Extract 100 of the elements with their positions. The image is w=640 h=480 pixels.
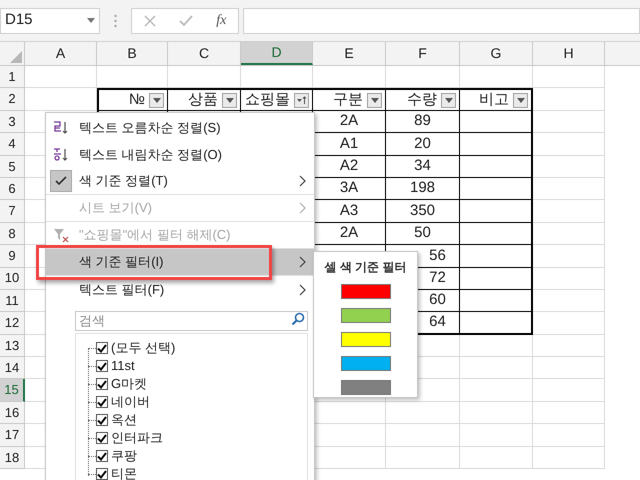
value-label: 인터파크 — [111, 429, 163, 448]
grid-cell — [533, 66, 605, 88]
grid-cell — [533, 88, 605, 111]
checkbox[interactable] — [96, 450, 108, 462]
grid-cell — [533, 334, 605, 358]
table-cell: 50 — [386, 222, 460, 246]
row-header[interactable]: 17 — [0, 424, 25, 447]
menu-item[interactable]: 텍스트 오름차순 정렬(S) — [46, 114, 314, 141]
grid-cell — [533, 290, 605, 312]
row-header[interactable]: 13 — [0, 334, 25, 358]
grid-cell — [533, 110, 605, 134]
caret-icon — [226, 98, 234, 103]
grid-cell — [241, 66, 313, 88]
grid-cell — [533, 402, 605, 424]
table-cell: 198 — [386, 178, 460, 200]
color-swatch[interactable] — [340, 308, 390, 323]
column-header[interactable]: F — [386, 42, 460, 65]
row-header[interactable]: 9 — [0, 245, 25, 268]
filter-dropdown-button[interactable] — [441, 92, 456, 108]
row-header[interactable]: 3 — [0, 110, 25, 134]
row-header[interactable]: 18 — [0, 446, 25, 470]
column-title: 수량 — [407, 90, 437, 110]
grid-cell — [533, 268, 605, 290]
dropdown-icon — [87, 18, 95, 23]
menu-item[interactable]: 색 기준 필터(I) — [46, 249, 314, 276]
column-title: 상품 — [188, 90, 218, 110]
checkbox[interactable] — [96, 342, 108, 354]
column-header[interactable]: A — [25, 42, 97, 65]
row-header[interactable]: 15 — [0, 379, 25, 402]
checkbox[interactable] — [96, 396, 108, 408]
value-label: 11st — [111, 357, 135, 376]
color-swatch[interactable] — [340, 356, 390, 371]
clear-filter-icon — [53, 227, 69, 243]
search-icon — [291, 312, 305, 326]
checkbox[interactable] — [96, 360, 108, 372]
filter-applied-button[interactable] — [294, 92, 309, 108]
color-swatch[interactable] — [340, 332, 390, 347]
grid-cell — [533, 133, 605, 156]
row-header[interactable]: 16 — [0, 402, 25, 424]
grid-cell — [533, 200, 605, 223]
insert-function-button[interactable]: fx — [216, 10, 226, 31]
row-header[interactable]: 14 — [0, 357, 25, 380]
filter-dropdown-button[interactable] — [149, 92, 164, 108]
value-label: 쿠팡 — [111, 447, 137, 466]
color-swatch[interactable] — [340, 284, 390, 299]
checkbox[interactable] — [96, 378, 108, 390]
grid-cell — [533, 178, 605, 200]
grid-cell — [25, 66, 97, 88]
menu-item[interactable]: 색 기준 정렬(T) — [46, 168, 314, 195]
row-header[interactable]: 12 — [0, 312, 25, 335]
column-title: 쇼핑몰 — [245, 90, 290, 110]
column-header[interactable]: H — [533, 42, 605, 65]
formula-input[interactable] — [243, 8, 640, 34]
filter-dropdown-button[interactable] — [513, 92, 528, 108]
grid-cell — [533, 424, 605, 447]
row-header[interactable]: 11 — [0, 290, 25, 312]
sort-ascending-icon — [52, 118, 70, 136]
value-label: 티몬 — [111, 465, 137, 480]
column-header[interactable]: D — [241, 42, 313, 65]
column-header[interactable]: B — [97, 42, 168, 65]
column-title: № — [128, 90, 145, 110]
caret-icon — [444, 98, 452, 103]
grid-cell — [533, 379, 605, 402]
menu-item[interactable]: 텍스트 필터(F) — [46, 276, 314, 303]
caret-icon — [152, 98, 160, 103]
grid-cell — [97, 66, 168, 88]
checkbox[interactable] — [96, 468, 108, 480]
column-title: 구분 — [333, 90, 363, 110]
color-swatch[interactable] — [340, 380, 390, 395]
search-field[interactable]: 검색 — [75, 310, 308, 330]
sort-descending-icon — [52, 146, 70, 164]
column-title: 비고 — [479, 90, 509, 110]
row-header[interactable]: 10 — [0, 268, 25, 290]
filter-dropdown-button[interactable] — [367, 92, 382, 108]
row-header[interactable]: 8 — [0, 222, 25, 246]
row-header[interactable]: 1 — [0, 66, 25, 88]
grip-icon — [114, 14, 117, 28]
grid-cell — [533, 446, 605, 470]
grid-cell — [533, 245, 605, 268]
checkbox[interactable] — [96, 414, 108, 426]
value-label: 네이버 — [111, 393, 150, 412]
row-header[interactable]: 5 — [0, 156, 25, 178]
column-header[interactable]: E — [313, 42, 386, 65]
row-header[interactable]: 2 — [0, 88, 25, 111]
column-header[interactable]: G — [460, 42, 533, 65]
sort-filter-icon — [296, 94, 307, 106]
grid-cell — [533, 156, 605, 178]
grid-cell — [533, 222, 605, 246]
caret-icon — [516, 98, 524, 103]
name-box[interactable]: D15 — [0, 8, 100, 34]
row-header[interactable]: 4 — [0, 133, 25, 156]
grid-cell — [533, 357, 605, 380]
table-cell: 350 — [386, 200, 460, 223]
checkbox[interactable] — [96, 432, 108, 444]
table-cell: 20 — [386, 133, 460, 156]
menu-item[interactable]: 텍스트 내림차순 정렬(O) — [46, 141, 314, 168]
grid-cell — [533, 312, 605, 335]
row-header[interactable]: 7 — [0, 200, 25, 223]
row-header[interactable]: 6 — [0, 178, 25, 200]
filter-dropdown-button[interactable] — [222, 92, 237, 108]
